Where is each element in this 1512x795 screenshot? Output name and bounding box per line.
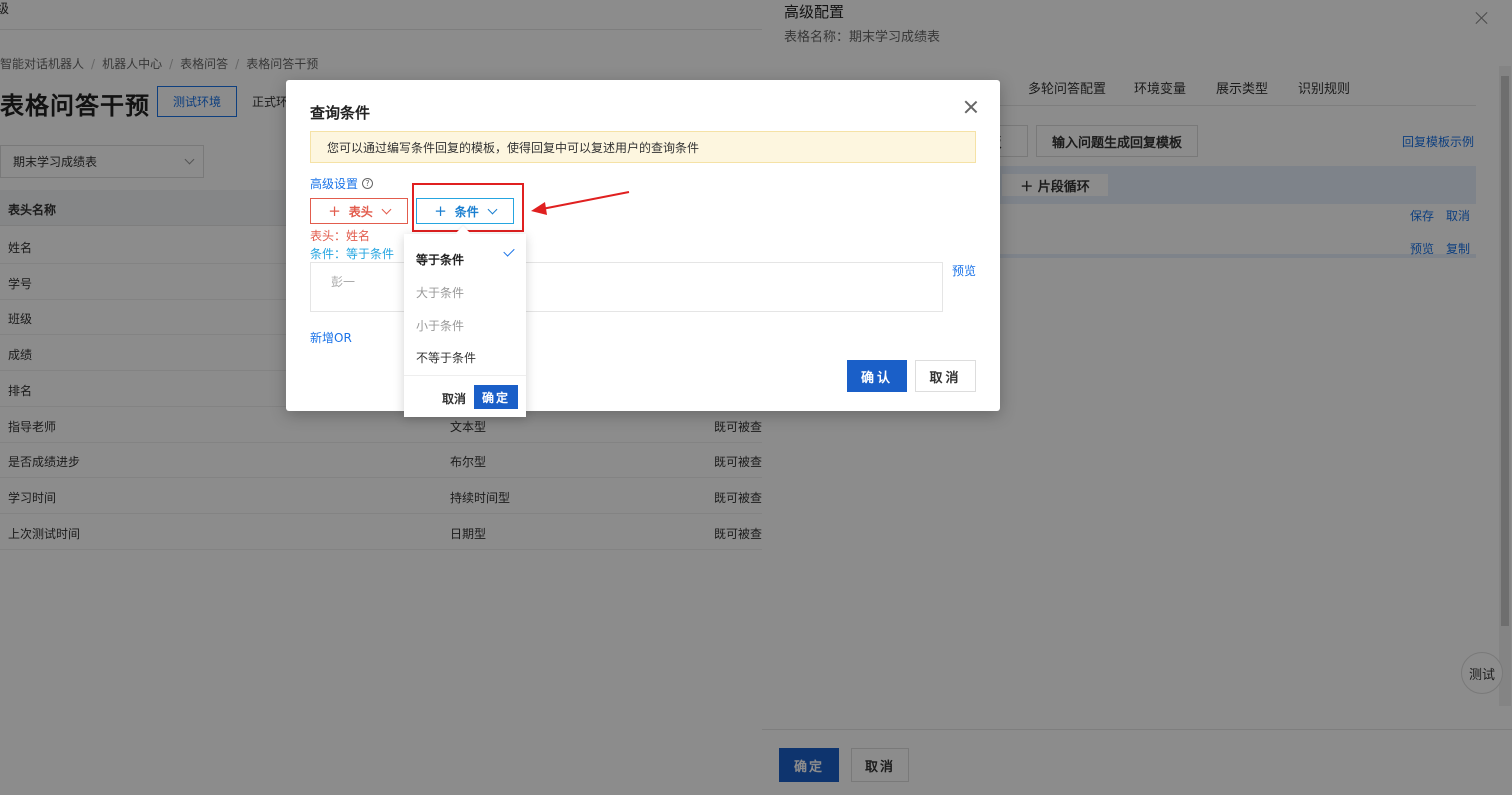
modal-confirm-button[interactable]: 确认 bbox=[847, 360, 907, 392]
close-icon[interactable] bbox=[964, 100, 978, 114]
chevron-down-icon bbox=[381, 204, 392, 214]
dropdown-confirm-button[interactable]: 确定 bbox=[474, 385, 518, 409]
modal-title: 查询条件 bbox=[310, 104, 371, 122]
annotation-arrow-icon bbox=[531, 191, 630, 215]
dropdown-divider bbox=[404, 375, 526, 376]
add-or-link[interactable]: 新增OR bbox=[310, 329, 352, 346]
header-tag[interactable]: 表头：姓名 bbox=[310, 227, 370, 244]
advanced-settings-label: 高级设置 bbox=[310, 177, 359, 191]
option-less[interactable]: 小于条件 bbox=[416, 317, 464, 334]
advanced-settings[interactable]: 高级设置 ? bbox=[310, 175, 374, 192]
plus-icon: + bbox=[328, 202, 341, 220]
add-header-button[interactable]: + 表头 bbox=[310, 198, 408, 224]
notice-text: 您可以通过编写条件回复的模板，使得回复中可以复述用户的查询条件 bbox=[327, 140, 700, 155]
check-icon bbox=[503, 245, 515, 257]
query-condition-modal: 查询条件 您可以通过编写条件回复的模板，使得回复中可以复述用户的查询条件 高级设… bbox=[286, 80, 1000, 411]
preview-link[interactable]: 预览 bbox=[952, 262, 976, 279]
highlight-annotation-box bbox=[412, 183, 524, 232]
condition-dropdown: 等于条件 大于条件 小于条件 不等于条件 取消 确定 bbox=[404, 234, 526, 417]
option-greater[interactable]: 大于条件 bbox=[416, 284, 464, 301]
add-header-label: 表头 bbox=[348, 204, 373, 219]
option-not-equal[interactable]: 不等于条件 bbox=[416, 349, 476, 366]
option-equal[interactable]: 等于条件 bbox=[416, 251, 464, 268]
notice-banner: 您可以通过编写条件回复的模板，使得回复中可以复述用户的查询条件 bbox=[310, 131, 976, 163]
modal-cancel-button[interactable]: 取消 bbox=[915, 360, 976, 392]
question-circle-icon[interactable]: ? bbox=[362, 178, 374, 189]
dropdown-cancel-button[interactable]: 取消 bbox=[442, 390, 466, 407]
condition-tag[interactable]: 条件：等于条件 bbox=[310, 245, 394, 262]
